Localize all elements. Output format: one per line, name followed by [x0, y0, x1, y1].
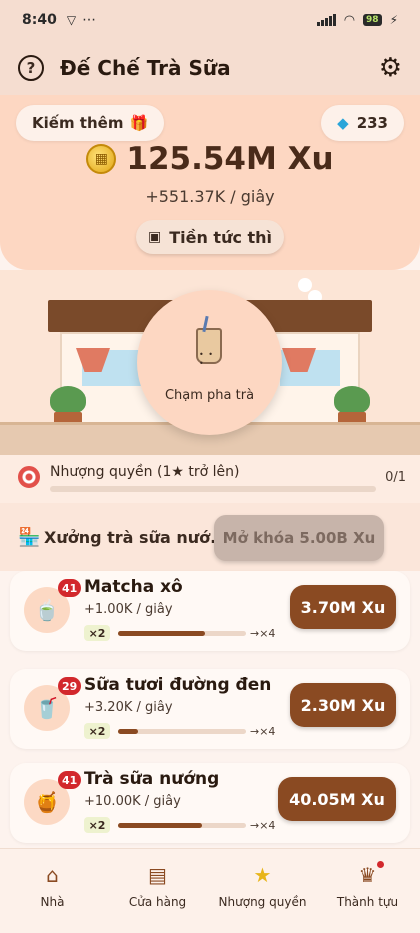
app-title: Đế Chế Trà Sữa [60, 55, 231, 80]
level-badge: 41 [58, 771, 82, 789]
drink-card: 🍯 41 Trà sữa nướng +10.00K / giây ×2 →×4… [10, 763, 410, 843]
buy-button[interactable]: 2.30M Xu [290, 683, 396, 727]
unlock-button[interactable]: Mở khóa 5.00B Xu [214, 515, 384, 561]
signal-icon [316, 14, 336, 26]
trophy-icon: ♛ [358, 863, 377, 887]
nav-store[interactable]: ▤ Cửa hàng [105, 849, 210, 933]
tap-brew-button[interactable]: Chạm pha trà [137, 290, 282, 435]
level-badge: 29 [58, 677, 82, 695]
gems-badge[interactable]: ◆ 233 [321, 105, 404, 141]
nav-home[interactable]: ⌂ Nhà [0, 849, 105, 933]
star-icon: ★ [253, 863, 272, 887]
store-icon: ▤ [148, 863, 167, 887]
gems-count: 233 [356, 114, 388, 132]
nav-achievements[interactable]: ♛ Thành tựu [315, 849, 420, 933]
vpn-icon: ▽ [66, 13, 77, 27]
nav-franchise[interactable]: ★ Nhượng quyền [210, 849, 315, 933]
nav-label: Cửa hàng [128, 895, 187, 909]
multiplier-badge: ×2 [84, 817, 110, 833]
nav-label: Nhượng quyền [218, 895, 307, 909]
instant-cash-label: Tiền tức thì [169, 227, 273, 247]
diamond-icon: ◆ [337, 114, 349, 132]
home-icon: ⌂ [46, 863, 59, 887]
balance-row: ▦ 125.54M Xu [0, 141, 420, 177]
nav-label: Nhà [40, 895, 65, 909]
upgrade-progress [118, 729, 246, 734]
gift-box-icon: ▣ [147, 229, 162, 245]
buy-button[interactable]: 40.05M Xu [278, 777, 396, 821]
franchise-progress-bar [50, 486, 376, 492]
coin-icon: ▦ [86, 144, 117, 174]
earn-more-button[interactable]: Kiếm thêm 🎁 [16, 105, 165, 141]
help-icon[interactable]: ? [18, 54, 44, 81]
workshop-title: Xưởng trà sữa nướ... [44, 528, 229, 547]
next-multiplier: →×4 [250, 627, 276, 640]
status-more: ⋯ [82, 12, 97, 28]
wallet-panel: Kiếm thêm 🎁 ◆ 233 ▦ 125.54M Xu +551.37K … [0, 95, 420, 270]
upgrade-progress-fill [118, 729, 139, 734]
upgrade-progress-fill [118, 631, 206, 636]
workshop-section: 🏪 Xưởng trà sữa nướ... Mở khóa 5.00B Xu [0, 503, 420, 571]
multiplier-badge: ×2 [84, 625, 110, 641]
wifi-icon: ◠ [343, 12, 356, 28]
multiplier-badge: ×2 [84, 723, 110, 739]
balance-amount: 125.54M Xu [126, 141, 334, 177]
notification-dot [377, 861, 384, 868]
drink-rate: +3.20K / giây [84, 700, 173, 715]
next-multiplier: →×4 [250, 725, 276, 738]
bush-plant [334, 386, 370, 414]
target-icon [18, 466, 40, 488]
franchise-progress[interactable]: Nhượng quyền (1★ trở lên) 0/1 [0, 455, 420, 503]
franchise-count: 0/1 [385, 470, 406, 485]
shop-scene: Chạm pha trà [0, 270, 420, 455]
upgrade-progress [118, 631, 246, 636]
tap-brew-label: Chạm pha trà [164, 388, 255, 403]
drink-card: 🍵 41 Matcha xô +1.00K / giây ×2 →×4 3.70… [10, 571, 410, 651]
status-time: 8:40 [22, 12, 57, 28]
gift-icon: 🎁 [129, 114, 149, 132]
earn-more-label: Kiếm thêm [32, 114, 124, 132]
franchise-label: Nhượng quyền (1★ trở lên) [50, 464, 240, 480]
drink-name: Trà sữa nướng [84, 769, 220, 789]
upgrade-progress [118, 823, 246, 828]
drink-card: 🥤 29 Sữa tươi đường đen +3.20K / giây ×2… [10, 669, 410, 749]
smoke-puff [298, 278, 312, 292]
upgrade-progress-fill [118, 823, 203, 828]
drink-name: Sữa tươi đường đen [84, 675, 272, 695]
bush-plant [50, 386, 86, 414]
nav-label: Thành tựu [336, 895, 399, 909]
income-rate: +551.37K / giây [145, 187, 275, 206]
app-header: ? Đế Chế Trà Sữa ⚙ [0, 40, 420, 95]
status-bar: 8:40 ▽ ⋯ ◠ 98 ⚡ [0, 0, 420, 40]
drink-rate: +10.00K / giây [84, 794, 181, 809]
drink-name: Matcha xô [84, 577, 183, 597]
buy-button[interactable]: 3.70M Xu [290, 585, 396, 629]
charging-icon: ⚡ [389, 13, 398, 27]
next-multiplier: →×4 [250, 819, 276, 832]
battery-icon: 98 [363, 14, 382, 26]
gear-icon[interactable]: ⚙ [379, 53, 402, 83]
store-icon: 🏪 [18, 527, 41, 548]
level-badge: 41 [58, 579, 82, 597]
bubble-tea-icon [196, 328, 222, 368]
drink-rate: +1.00K / giây [84, 602, 173, 617]
bottom-nav: ⌂ Nhà ▤ Cửa hàng ★ Nhượng quyền ♛ Thành … [0, 848, 420, 933]
instant-cash-button[interactable]: ▣ Tiền tức thì [136, 220, 284, 254]
